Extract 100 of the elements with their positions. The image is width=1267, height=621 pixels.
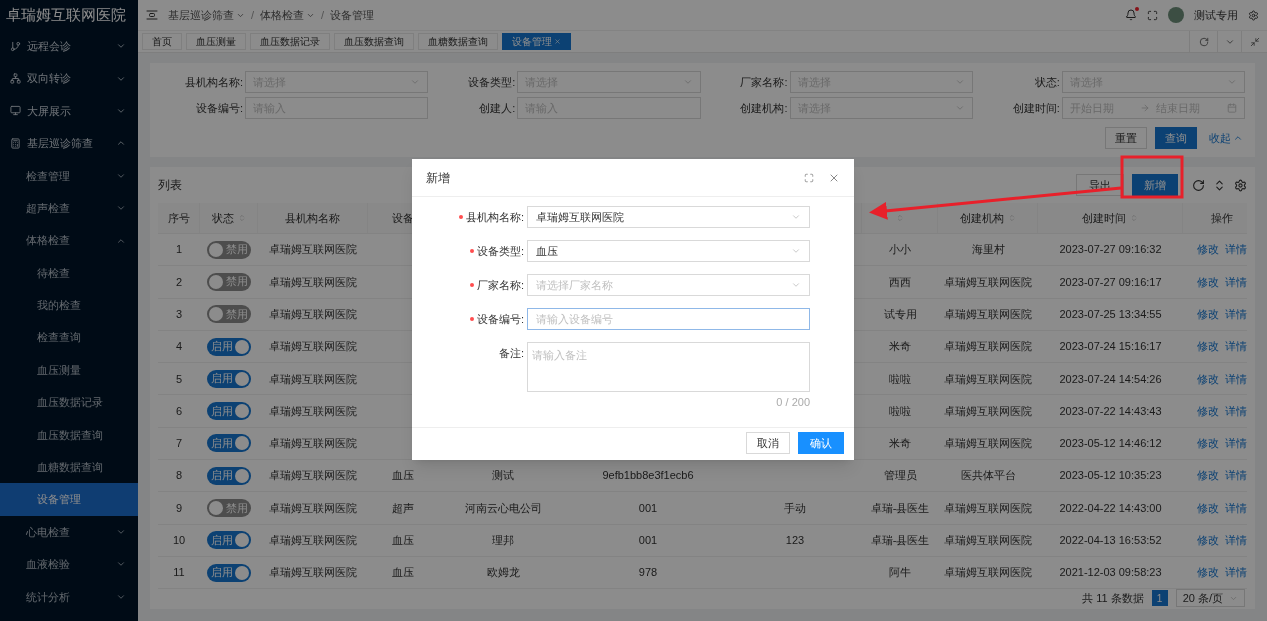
table-cell-text: 米奇 [889,436,911,452]
sidebar-item[interactable]: 双向转诊 [0,62,138,95]
page-size-select[interactable]: 20 条/页 [1175,589,1245,608]
sidebar-item[interactable]: 超声检查 [0,191,138,225]
action-link[interactable]: 修改 [1196,435,1219,452]
status-switch[interactable]: 启用 [207,466,251,485]
action-link[interactable]: 详情 [1224,564,1247,581]
sidebar-item[interactable]: 待检查 [0,256,138,290]
sidebar-item[interactable]: 我的检查 [0,289,138,322]
status-switch[interactable]: 启用 [207,402,251,421]
action-link[interactable]: 修改 [1196,273,1219,291]
table-cell-text: 卓瑞姆互联网医院 [944,500,1032,516]
action-link[interactable]: 详情 [1224,370,1247,388]
sidebar-item[interactable]: 基层巡诊筛查 [0,127,138,160]
status-switch[interactable]: 启用 [207,434,251,453]
select-field[interactable]: 请选择厂家名称 [527,274,810,296]
refresh-icon[interactable] [1198,36,1209,47]
fullscreen-icon[interactable] [804,172,814,183]
settings-icon[interactable] [1234,178,1247,192]
add-button[interactable]: 新增 [1132,174,1178,196]
collapse-link[interactable]: 收起 [1209,129,1243,147]
bell-icon[interactable] [1125,9,1137,21]
action-link[interactable]: 详情 [1224,338,1247,355]
sidebar-item[interactable]: 血压数据记录 [0,386,138,419]
action-link[interactable]: 修改 [1196,370,1219,388]
search-button[interactable]: 查询 [1155,127,1197,149]
field-label: 创建时间: [1011,100,1060,116]
table-cell-text: 管理员 [883,468,917,484]
action-link[interactable]: 详情 [1224,467,1247,484]
table-cell-text: 2023-07-27 09:16:17 [1059,274,1162,290]
action-link[interactable]: 详情 [1224,306,1247,323]
action-link[interactable]: 详情 [1224,499,1247,517]
sidebar-item[interactable]: 检查查询 [0,321,138,354]
table-cell-text: 卓瑞姆互联网医院 [269,307,357,322]
avatar[interactable] [1168,7,1184,23]
select-field[interactable]: 血压 [527,240,810,262]
action-link[interactable]: 修改 [1196,499,1219,517]
sidebar-item[interactable]: 远程会诊 [0,30,138,63]
table-cell-text: 2023-05-12 10:35:23 [1059,468,1162,484]
breadcrumb-item[interactable]: 体格检查 [260,6,316,24]
action-link[interactable]: 详情 [1224,273,1247,291]
action-link[interactable]: 修改 [1196,564,1219,581]
action-link[interactable]: 详情 [1224,435,1247,452]
sidebar-item[interactable]: 统计分析 [0,580,138,614]
page-tab[interactable]: 血压测量 [186,33,246,50]
action-link[interactable]: 修改 [1196,241,1219,258]
table-cell-text: 米奇 [889,339,911,355]
fullscreen-icon[interactable] [1249,36,1260,47]
action-link[interactable]: 修改 [1196,306,1219,323]
table-cell-text: 1 [175,242,183,258]
sidebar-item[interactable]: 检查管理 [0,159,138,192]
table-cell-text: 啦啦 [889,371,911,387]
status-switch[interactable]: 启用 [207,369,251,388]
action-link[interactable]: 修改 [1196,532,1219,549]
select-field[interactable]: 卓瑞姆互联网医院 [527,206,810,228]
field-label: 县机构名称: [183,74,243,90]
table-cell-text: 血压 [392,468,414,484]
page-number[interactable]: 1 [1151,590,1168,607]
table-cell-text: 卓瑞姆互联网医院 [269,500,357,516]
user-name[interactable]: 测试专用 [1194,6,1238,24]
confirm-button[interactable]: 确认 [798,432,844,454]
sidebar-item[interactable]: 血压测量 [0,353,138,387]
breadcrumb-item[interactable]: 设备管理 [330,6,375,24]
table-cell-text: 卓瑞姆互联网医院 [269,565,357,581]
density-icon[interactable] [1213,178,1226,192]
field-label: 县机构名称: [465,209,524,225]
table-cell-text: 9efb1bb8e3f1ecb6 [602,468,694,484]
status-switch[interactable]: 启用 [207,531,251,550]
sidebar-item[interactable]: 设备管理 [0,483,138,516]
page-tab[interactable]: 血压数据查询 [334,33,414,50]
action-link[interactable]: 详情 [1224,532,1247,549]
cancel-button[interactable]: 取消 [746,432,790,454]
action-link[interactable]: 修改 [1196,467,1219,484]
settings-icon[interactable] [1248,9,1259,21]
refresh-icon[interactable] [1192,178,1205,192]
table-cell-text: 卓瑞-县医生 [870,533,930,549]
page-tab[interactable]: 设备管理 [502,33,571,50]
page-tab[interactable]: 首页 [142,33,182,50]
fullscreen-icon[interactable] [1147,9,1158,21]
reset-button[interactable]: 重置 [1105,127,1147,149]
column-header: 创建机构 [959,210,1004,226]
status-switch[interactable]: 启用 [207,337,251,356]
table-cell-text: 001 [638,533,658,549]
action-link[interactable]: 详情 [1224,402,1247,420]
sidebar-item[interactable]: 血压数据查询 [0,418,138,452]
action-link[interactable]: 详情 [1224,241,1247,258]
table-cell-text: 2 [175,274,183,290]
action-link[interactable]: 修改 [1196,402,1219,420]
table-cell-text: 5 [175,371,183,387]
table-cell-text: 海里村 [971,242,1005,258]
sidebar-item[interactable]: 血液检验 [0,548,138,581]
action-link[interactable]: 修改 [1196,338,1219,355]
breadcrumb-item[interactable]: 基层巡诊筛查 [168,6,245,24]
table-cell-text: 卓瑞姆互联网医院 [269,533,357,549]
page-tab[interactable]: 血糖数据查询 [418,33,498,50]
status-switch[interactable]: 启用 [207,563,251,582]
sidebar-item[interactable]: 大屏展示 [0,94,138,128]
page-tab[interactable]: 血压数据记录 [250,33,330,50]
table-cell-text: 2023-07-25 13:34:55 [1059,307,1162,322]
sidebar-item[interactable]: 体格检查 [0,224,138,257]
